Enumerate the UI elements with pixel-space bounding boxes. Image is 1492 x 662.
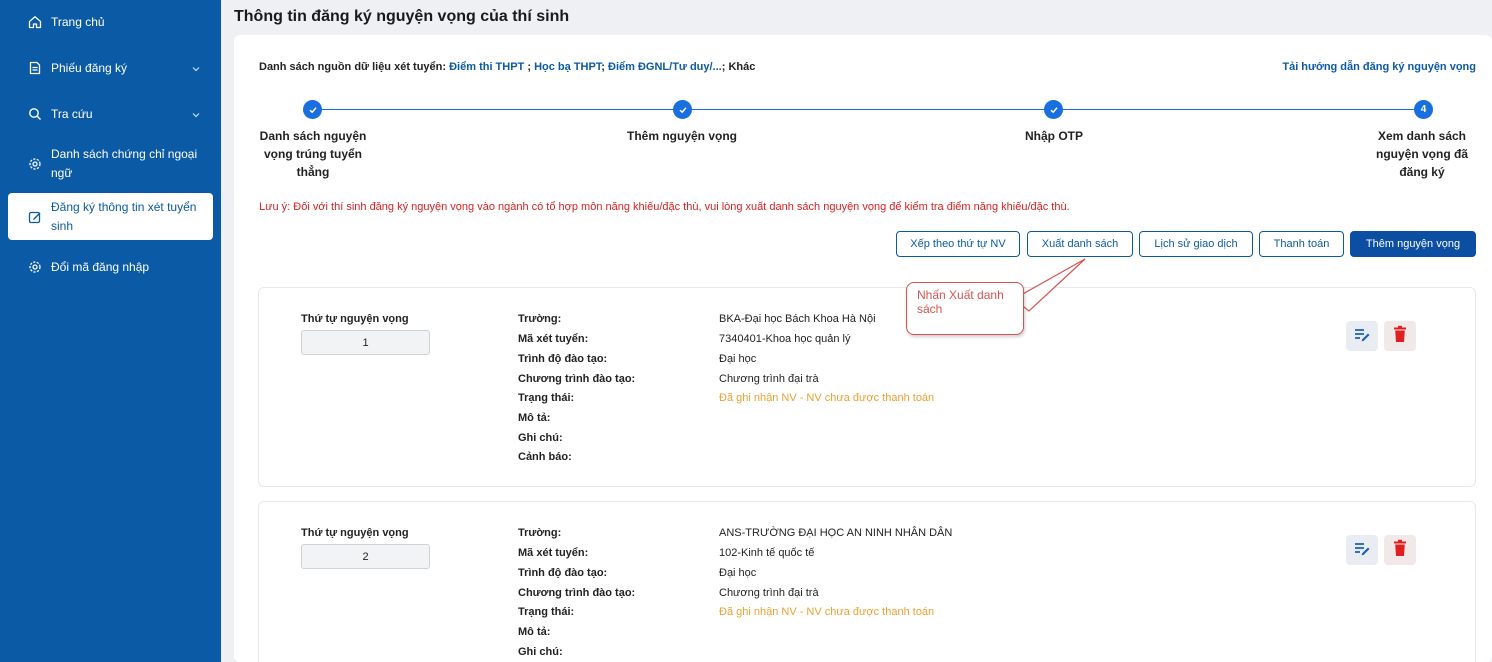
gear-icon bbox=[27, 156, 43, 172]
edit-list-icon bbox=[1353, 540, 1371, 561]
wish-card: Thứ tự nguyện vọng 2 Trường: Mã xét tuyể… bbox=[258, 501, 1476, 662]
export-list-button[interactable]: Xuất danh sách bbox=[1027, 231, 1133, 257]
delete-wish-button[interactable] bbox=[1384, 321, 1416, 351]
sidebar-item-label: Đổi mã đăng nhập bbox=[51, 259, 150, 274]
main-panel: Danh sách nguồn dữ liệu xét tuyển: Điểm … bbox=[234, 35, 1492, 662]
sort-by-order-button[interactable]: Xếp theo thứ tự NV bbox=[896, 231, 1020, 257]
program-label: Chương trình đào tạo: bbox=[518, 587, 636, 599]
sidebar-item-lookup[interactable]: Tra cứu bbox=[8, 104, 213, 124]
level-label: Trình độ đào tạo: bbox=[518, 353, 608, 365]
transaction-history-button[interactable]: Lịch sử giao dịch bbox=[1139, 231, 1253, 257]
edit-wish-button[interactable] bbox=[1346, 321, 1378, 351]
code-value: 7340401-Khoa học quản lý bbox=[719, 333, 851, 345]
download-guide-link[interactable]: Tải hướng dẫn đăng ký nguyện vọng bbox=[1282, 61, 1476, 73]
step-1-label: Danh sách nguyện vọng trúng tuyển thẳng bbox=[259, 129, 367, 179]
step-3-check-icon bbox=[1044, 100, 1063, 119]
source-link-aptitude[interactable]: Điểm ĐGNL/Tư duy/... bbox=[608, 61, 722, 73]
callout-annotation: Nhấn Xuất danh sách bbox=[906, 282, 1024, 335]
order-label: Thứ tự nguyện vọng bbox=[301, 527, 409, 539]
gear-icon bbox=[27, 259, 43, 275]
warning-note: Lưu ý: Đối với thí sinh đăng ký nguyện v… bbox=[259, 201, 1070, 213]
page-title: Thông tin đăng ký nguyện vọng của thí si… bbox=[234, 8, 570, 25]
wish-card: Thứ tự nguyện vọng 1 Trường: Mã xét tuyể… bbox=[258, 287, 1476, 487]
sidebar-item-registration[interactable]: Phiếu đăng ký bbox=[8, 58, 213, 78]
sidebar-item-home[interactable]: Trang chủ bbox=[8, 12, 213, 32]
status-label: Trạng thái: bbox=[518, 606, 575, 618]
code-label: Mã xét tuyển: bbox=[518, 547, 589, 559]
edit-wish-button[interactable] bbox=[1346, 535, 1378, 565]
program-label: Chương trình đào tạo: bbox=[518, 373, 636, 385]
sidebar-item-label: Danh sách chứng chỉ ngoại ngữ bbox=[51, 147, 198, 180]
sidebar: Trang chủ Phiếu đăng ký Tra cứu Danh sác… bbox=[0, 0, 221, 662]
source-other: ; Khác bbox=[721, 61, 756, 73]
stepper-line bbox=[313, 109, 1424, 110]
chevron-down-icon bbox=[191, 63, 201, 73]
step-1-check-icon bbox=[303, 100, 322, 119]
warning-label: Cảnh báo: bbox=[518, 451, 572, 463]
level-label: Trình độ đào tạo: bbox=[518, 567, 608, 579]
sidebar-item-certificates[interactable]: Danh sách chứng chỉ ngoại ngữ bbox=[8, 144, 213, 184]
source-link-transcript[interactable]: Học bạ THPT bbox=[534, 61, 601, 73]
order-label: Thứ tự nguyện vọng bbox=[301, 313, 409, 325]
step-2-label: Thêm nguyện vọng bbox=[626, 129, 737, 143]
level-value: Đại học bbox=[719, 567, 757, 579]
document-icon bbox=[27, 60, 43, 76]
edit-list-icon bbox=[1353, 326, 1371, 347]
delete-wish-button[interactable] bbox=[1384, 535, 1416, 565]
trash-icon bbox=[1393, 325, 1407, 348]
step-2-check-icon bbox=[673, 100, 692, 119]
chevron-down-icon bbox=[191, 109, 201, 119]
sidebar-item-label: Phiếu đăng ký bbox=[51, 60, 128, 75]
separator: ; bbox=[524, 61, 535, 73]
step-4-label: Xem danh sách nguyện vọng đã đăng ký bbox=[1375, 129, 1468, 179]
code-label: Mã xét tuyển: bbox=[518, 333, 589, 345]
school-label: Trường: bbox=[518, 313, 562, 325]
sidebar-item-change-password[interactable]: Đổi mã đăng nhập bbox=[8, 257, 213, 277]
step-4-number: 4 bbox=[1414, 100, 1433, 119]
note-label: Ghi chú: bbox=[518, 432, 563, 444]
home-icon bbox=[27, 14, 43, 30]
add-wish-button[interactable]: Thêm nguyện vọng bbox=[1350, 231, 1476, 257]
sidebar-item-label: Trang chủ bbox=[51, 14, 105, 29]
level-value: Đại học bbox=[719, 353, 757, 365]
status-value: Đã ghi nhận NV - NV chưa được thanh toán bbox=[719, 392, 935, 404]
edit-icon bbox=[27, 209, 43, 225]
school-label: Trường: bbox=[518, 527, 562, 539]
school-value: ANS-TRƯỜNG ĐẠI HỌC AN NINH NHÂN DÂN bbox=[719, 527, 953, 539]
sidebar-item-label: Tra cứu bbox=[51, 106, 93, 121]
data-sources-prefix: Danh sách nguồn dữ liệu xét tuyển: bbox=[259, 61, 447, 73]
step-3-label: Nhập OTP bbox=[1024, 129, 1083, 143]
data-sources: Danh sách nguồn dữ liệu xét tuyển: Điểm … bbox=[259, 61, 755, 73]
program-value: Chương trình đại trà bbox=[719, 587, 819, 599]
school-value: BKA-Đại học Bách Khoa Hà Nội bbox=[719, 313, 876, 325]
order-value: 2 bbox=[301, 544, 430, 569]
program-value: Chương trình đại trà bbox=[719, 373, 819, 385]
code-value: 102-Kinh tế quốc tế bbox=[719, 547, 815, 559]
status-label: Trạng thái: bbox=[518, 392, 575, 404]
sidebar-item-label: Đăng ký thông tin xét tuyển sinh bbox=[51, 199, 197, 233]
search-icon bbox=[27, 106, 43, 122]
source-link-thpt-score[interactable]: Điểm thi THPT bbox=[449, 61, 524, 73]
payment-button[interactable]: Thanh toán bbox=[1259, 231, 1344, 257]
description-label: Mô tả: bbox=[518, 626, 551, 638]
order-value: 1 bbox=[301, 330, 430, 355]
description-label: Mô tả: bbox=[518, 412, 551, 424]
status-value: Đã ghi nhận NV - NV chưa được thanh toán bbox=[719, 606, 935, 618]
trash-icon bbox=[1393, 539, 1407, 562]
note-label: Ghi chú: bbox=[518, 646, 563, 658]
sidebar-item-admission-registration[interactable]: Đăng ký thông tin xét tuyển sinh bbox=[8, 193, 213, 240]
